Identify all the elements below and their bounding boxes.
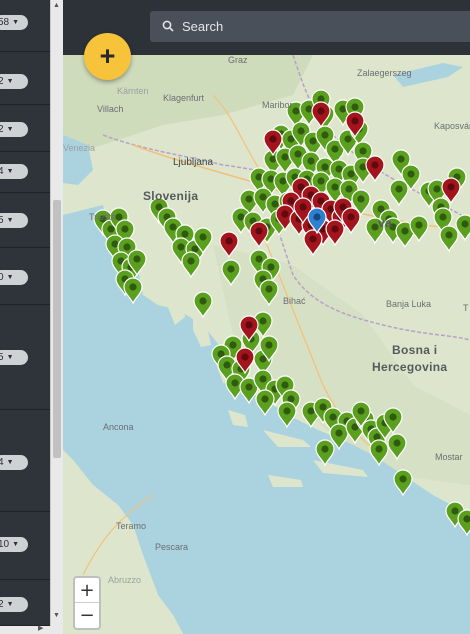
count-value: 4 [0,166,4,177]
add-button[interactable]: + [84,33,131,80]
count-value: 5 [0,352,4,363]
horizontal-scrollbar[interactable]: ▶ [0,624,63,634]
chevron-down-icon: ▼ [6,459,14,466]
country-label-slovenija: Slovenija [143,189,199,203]
city-label-villach: Villach [97,104,124,114]
chevron-down-icon: ▼ [6,354,14,361]
sidebar-item[interactable]: 2 ▼ [0,52,50,105]
city-label-bihac: Bihać [283,296,306,306]
sidebar-item[interactable]: 2 ▼ [0,105,50,152]
city-label-banja-luka: Banja Luka [386,299,432,309]
city-label-trieste: Trieste [89,212,117,222]
count-badge[interactable]: 4 ▼ [0,455,28,470]
scroll-up-arrow-icon[interactable]: ▲ [53,2,60,9]
count-badge[interactable]: 4 ▼ [0,164,28,179]
region-label-abruzzo: Abruzzo [108,575,142,585]
count-badge[interactable]: 5 ▼ [0,350,28,365]
scroll-right-arrow-icon[interactable]: ▶ [38,624,43,632]
count-value: 0 [0,272,4,283]
city-label-tuzla-partial: T [463,303,469,313]
sidebar-item[interactable]: 4 ▼ [0,152,50,193]
sidebar-item[interactable]: 58 ▼ [0,0,50,52]
count-badge[interactable]: 2 ▼ [0,122,28,137]
sidebar-item[interactable]: 4 ▼ [0,410,50,512]
city-label-pescara: Pescara [155,542,189,552]
zoom-in-button[interactable]: + [75,578,99,603]
country-label-bosna: Bosna i [392,343,438,357]
count-value: 5 [0,215,4,226]
city-label-mostar: Mostar [435,452,463,462]
sidebar-list: 58 ▼ 2 ▼ 2 ▼ 4 ▼ 5 ▼ 0 ▼ 5 ▼ 4 ▼ 10 ▼ 2 ▼ [0,0,50,626]
count-value: 2 [0,124,4,135]
count-badge[interactable]: 2 ▼ [0,597,28,612]
search-icon [162,20,174,32]
city-label-maribor: Maribor [262,100,293,110]
region-label-karnten: Kärnten [117,86,149,96]
map-view[interactable]: Graz Zalaegerszeg Kärnten Klagenfurt Mar… [63,55,470,634]
zoom-control: + − [73,576,101,630]
city-label-teramo: Teramo [116,521,147,531]
city-label-klagenfurt: Klagenfurt [163,93,205,103]
sidebar-item[interactable]: 5 ▼ [0,305,50,410]
city-label-ljubljana: Ljubljana [173,157,214,168]
count-badge[interactable]: 2 ▼ [0,74,28,89]
app-root: 58 ▼ 2 ▼ 2 ▼ 4 ▼ 5 ▼ 0 ▼ 5 ▼ 4 ▼ 10 ▼ 2 ▼ ▲ ▼ ▶ [0,0,470,634]
chevron-down-icon: ▼ [6,126,14,133]
sidebar: 58 ▼ 2 ▼ 2 ▼ 4 ▼ 5 ▼ 0 ▼ 5 ▼ 4 ▼ 10 ▼ 2 ▼ ▲ ▼ ▶ [0,0,63,634]
city-label-kaposvar: Kaposvár [434,121,470,131]
sidebar-item[interactable]: 5 ▼ [0,193,50,248]
country-label-hercegovina: Hercegovina [372,360,448,374]
count-value: 4 [0,457,4,468]
chevron-down-icon: ▼ [12,541,20,548]
search-input[interactable]: Search [182,19,223,34]
city-label-graz: Graz [228,55,248,65]
scroll-thumb[interactable] [53,200,61,458]
count-value: 2 [0,76,4,87]
count-badge[interactable]: 0 ▼ [0,270,28,285]
city-label-zalaegerszeg: Zalaegerszeg [357,68,412,78]
count-badge[interactable]: 5 ▼ [0,213,28,228]
chevron-down-icon: ▼ [6,274,14,281]
city-label-venezia: Venezia [63,143,96,153]
zoom-out-button[interactable]: − [75,603,99,628]
sidebar-scrollbar[interactable]: ▲ ▼ [50,0,63,634]
chevron-down-icon: ▼ [6,168,14,175]
sidebar-item[interactable]: 0 ▼ [0,248,50,305]
scroll-down-arrow-icon[interactable]: ▼ [53,612,60,619]
chevron-down-icon: ▼ [6,217,14,224]
sidebar-item[interactable]: 2 ▼ [0,580,50,626]
count-value: 10 [0,539,10,550]
chevron-down-icon: ▼ [6,601,14,608]
count-badge[interactable]: 58 ▼ [0,15,28,30]
city-label-zagreb-partial: va [378,216,392,230]
chevron-down-icon: ▼ [6,78,14,85]
count-badge[interactable]: 10 ▼ [0,537,28,552]
search-box[interactable]: Search [150,11,470,42]
city-label-ancona: Ancona [103,422,134,432]
sidebar-item[interactable]: 10 ▼ [0,512,50,580]
chevron-down-icon: ▼ [12,19,20,26]
count-value: 2 [0,599,4,610]
count-value: 58 [0,17,10,28]
